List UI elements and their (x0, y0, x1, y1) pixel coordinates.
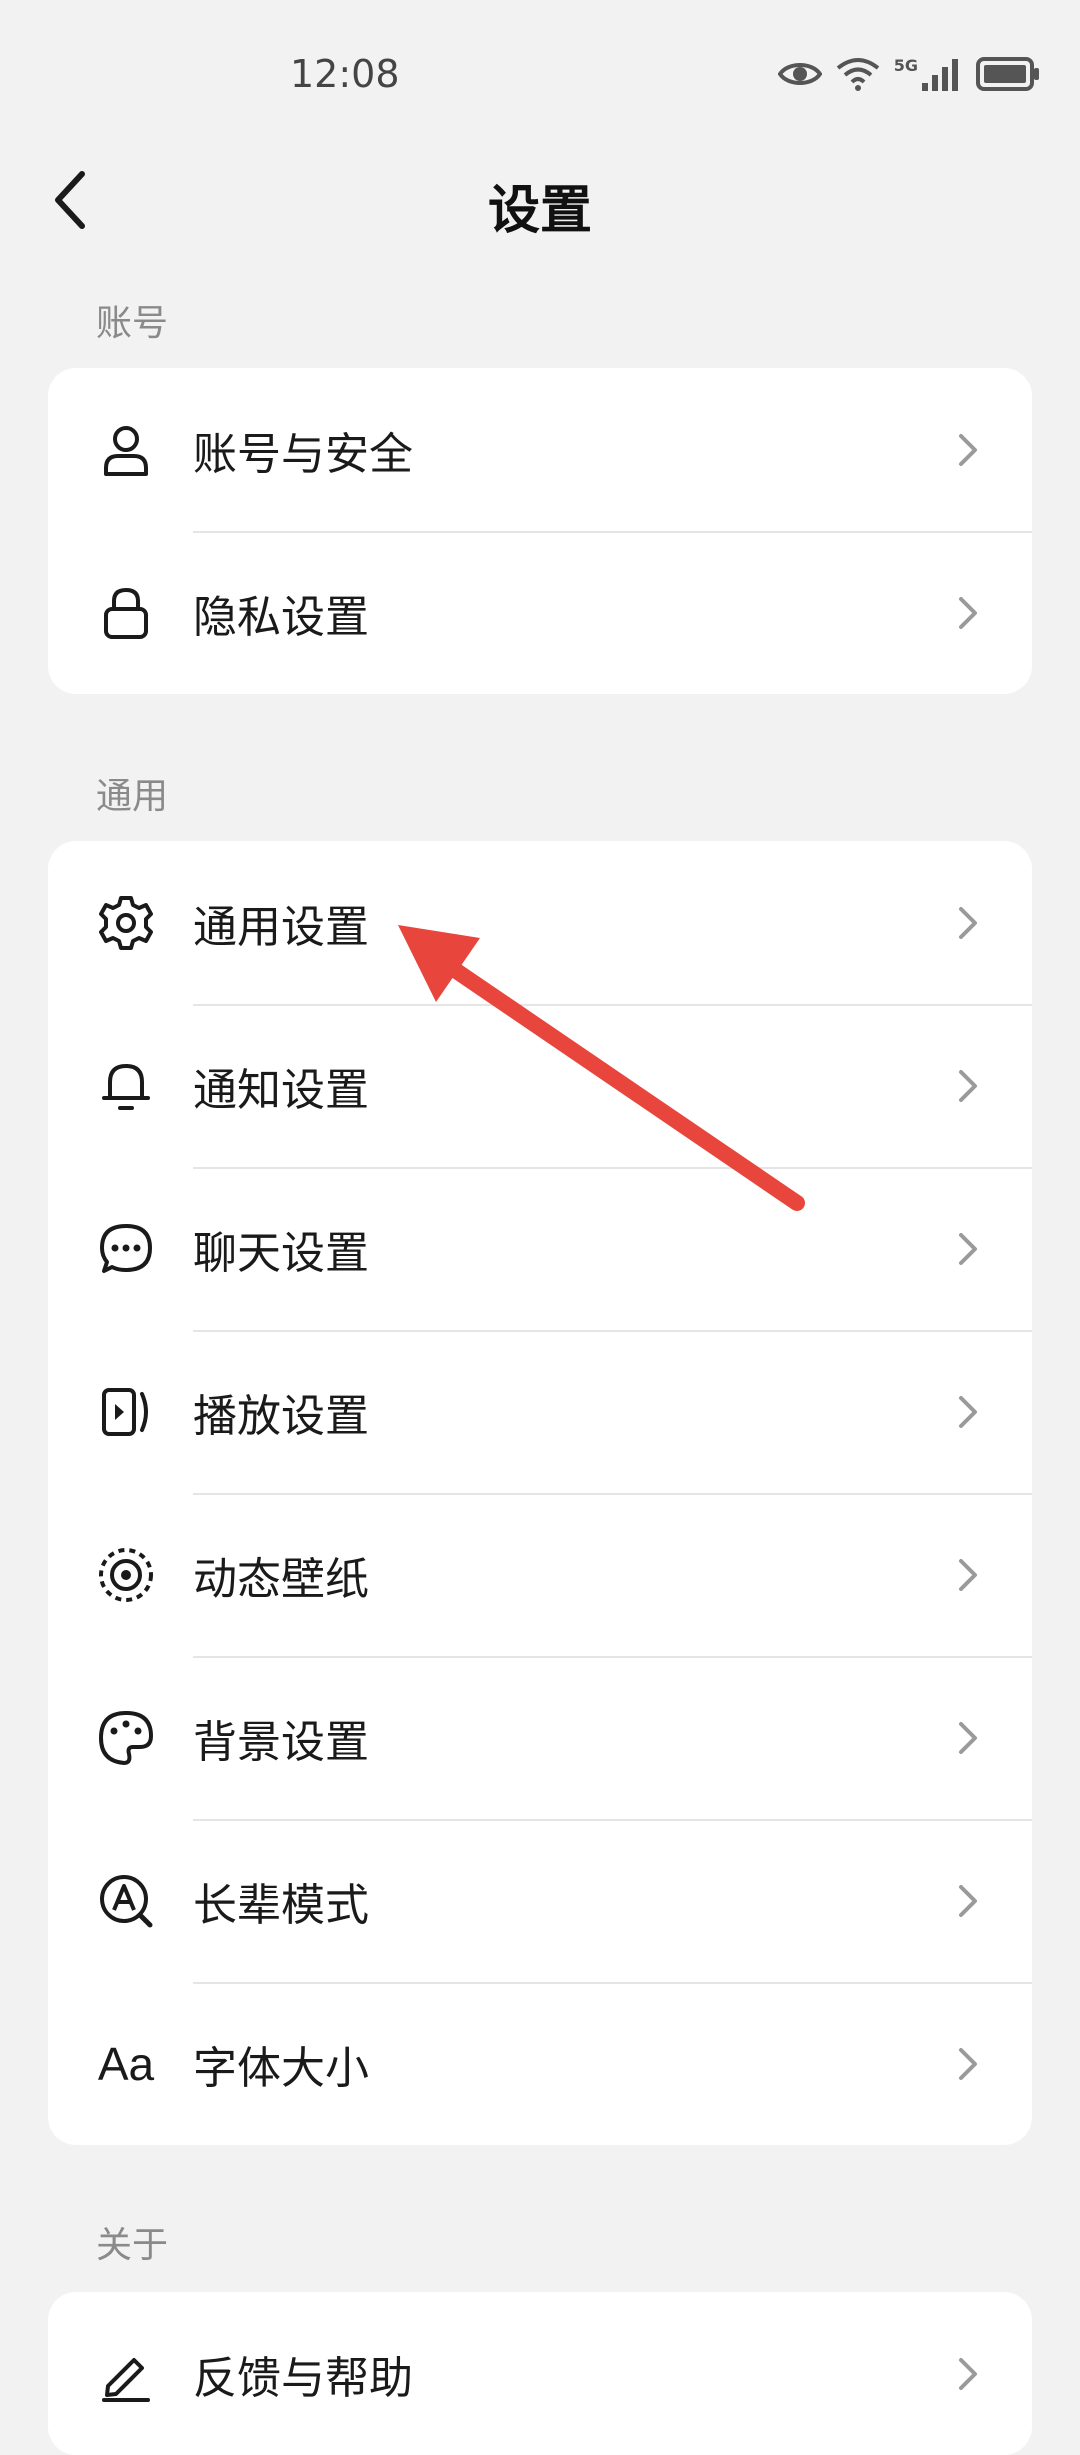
settings-item-notification[interactable]: 通知设置 (48, 1004, 1032, 1167)
header-bar: 设置 (0, 150, 1080, 250)
chevron-right-icon (959, 1232, 977, 1265)
settings-item-privacy[interactable]: 隐私设置 (48, 531, 1032, 694)
settings-item-label: 通知设置 (193, 1064, 369, 1116)
user-icon (96, 420, 156, 480)
settings-item-label: 动态壁纸 (193, 1553, 369, 1605)
lock-icon (96, 583, 156, 643)
chevron-right-icon (959, 596, 977, 629)
chevron-right-icon (959, 2047, 977, 2080)
settings-item-font-size[interactable]: Aa 字体大小 (48, 1982, 1032, 2145)
eye-icon (777, 63, 822, 85)
settings-item-elder-mode[interactable]: 长辈模式 (48, 1819, 1032, 1982)
play-icon (96, 1382, 156, 1442)
settings-item-feedback[interactable]: 反馈与帮助 (48, 2292, 1032, 2455)
chevron-right-icon (959, 2357, 977, 2390)
settings-item-account-security[interactable]: 账号与安全 (48, 368, 1032, 531)
settings-item-playback[interactable]: 播放设置 (48, 1330, 1032, 1493)
status-icons: 5G (777, 55, 1040, 92)
settings-item-live-wallpaper[interactable]: 动态壁纸 (48, 1493, 1032, 1656)
chevron-right-icon (959, 433, 977, 466)
settings-item-label: 背景设置 (193, 1716, 369, 1768)
settings-item-general[interactable]: 通用设置 (48, 841, 1032, 1004)
settings-item-label: 反馈与帮助 (193, 2352, 413, 2404)
chevron-right-icon (959, 1558, 977, 1591)
settings-item-label: 播放设置 (193, 1390, 369, 1442)
font-size-icon-text: Aa (97, 2037, 155, 2090)
elder-mode-icon (96, 1871, 156, 1931)
settings-item-label: 字体大小 (193, 2042, 369, 2094)
palette-icon (96, 1708, 156, 1768)
settings-item-label: 通用设置 (193, 901, 369, 953)
settings-item-chat[interactable]: 聊天设置 (48, 1167, 1032, 1330)
section-label-account: 账号 (96, 303, 169, 344)
wifi-icon (836, 58, 879, 91)
account-card: 账号与安全 隐私设置 (48, 368, 1032, 694)
chevron-right-icon (959, 1884, 977, 1917)
chat-icon (96, 1219, 156, 1279)
chevron-right-icon (959, 1069, 977, 1102)
chevron-right-icon (959, 1721, 977, 1754)
edit-icon (96, 2344, 156, 2404)
chevron-right-icon (959, 1395, 977, 1428)
network-type: 5G (893, 55, 918, 75)
battery-icon (976, 57, 1039, 91)
settings-item-label: 长辈模式 (193, 1879, 369, 1931)
section-label-about: 关于 (96, 2225, 169, 2266)
settings-item-background[interactable]: 背景设置 (48, 1656, 1032, 1819)
chevron-right-icon (959, 906, 977, 939)
section-label-general: 通用 (96, 776, 169, 817)
about-card: 反馈与帮助 (48, 2292, 1032, 2455)
settings-item-label: 隐私设置 (193, 591, 369, 643)
settings-item-label: 账号与安全 (193, 428, 413, 480)
status-time: 12:08 (290, 52, 400, 96)
status-bar: 12:08 5G (0, 0, 1080, 150)
font-size-icon: Aa (96, 2034, 156, 2094)
bell-icon (96, 1056, 156, 1116)
live-wallpaper-icon (96, 1545, 156, 1605)
signal-icon (922, 59, 958, 91)
general-card: 通用设置 通知设置 聊天设置 播放设置 动态壁纸 背景设置 长辈模式 Aa 字体… (48, 841, 1032, 2145)
settings-item-label: 聊天设置 (193, 1227, 369, 1279)
gear-icon (96, 893, 156, 953)
page-title: 设置 (487, 181, 592, 241)
